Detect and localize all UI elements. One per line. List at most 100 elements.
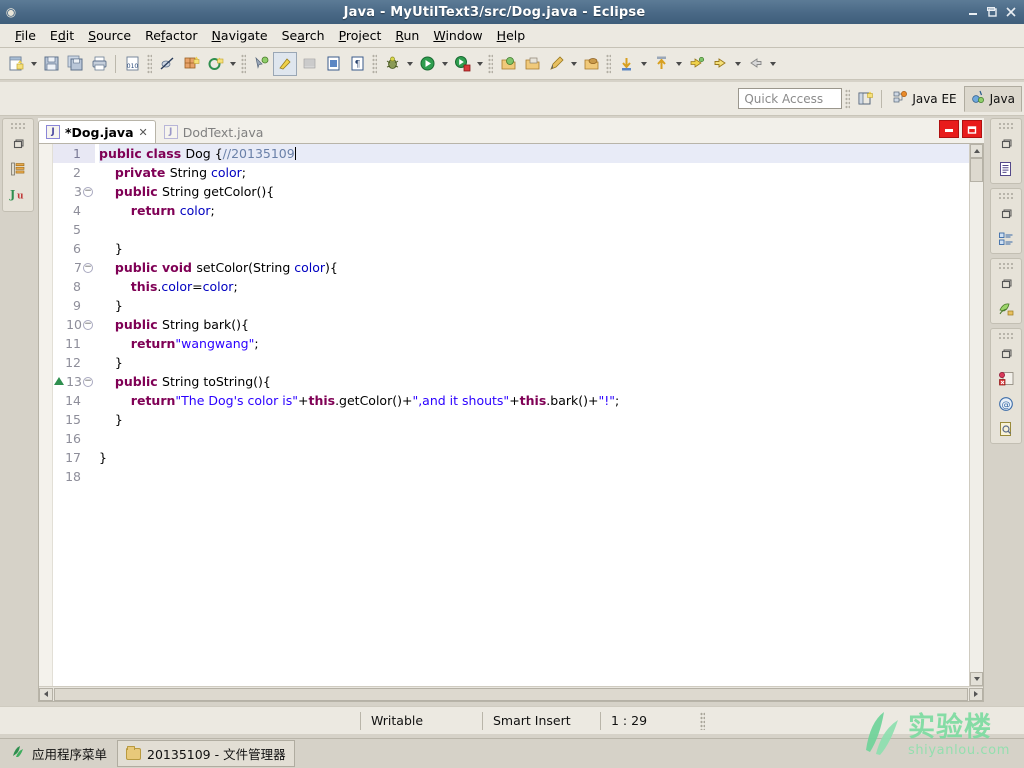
gutter-line-8[interactable]: 8 xyxy=(53,277,95,296)
gutter-line-6[interactable]: 6 xyxy=(53,239,95,258)
code-line-2[interactable]: private String color; xyxy=(99,163,983,182)
code-line-13[interactable]: public String toString(){ xyxy=(99,372,983,391)
previous-annotation-icon[interactable] xyxy=(649,52,673,76)
left-trim-grip[interactable] xyxy=(10,122,26,129)
gutter-line-14[interactable]: 14 xyxy=(53,391,95,410)
restore-icon[interactable] xyxy=(993,131,1019,156)
code-line-14[interactable]: return"The Dog's color is"+this.getColor… xyxy=(99,391,983,410)
open-task-icon[interactable] xyxy=(520,52,544,76)
vertical-scrollbar[interactable] xyxy=(969,144,983,686)
right-trim-grip-2[interactable] xyxy=(998,192,1014,199)
scroll-left-arrow[interactable] xyxy=(39,687,53,701)
maximize-icon[interactable] xyxy=(986,6,998,18)
code-line-3[interactable]: public String getColor(){ xyxy=(99,182,983,201)
new-java-class-icon[interactable] xyxy=(203,52,227,76)
print-icon[interactable] xyxy=(87,52,111,76)
open-perspective-icon[interactable] xyxy=(853,87,877,111)
code-line-1[interactable]: public class Dog {//20135109 xyxy=(99,144,983,163)
code-line-16[interactable] xyxy=(99,429,983,448)
maximize-editor-button[interactable] xyxy=(962,120,982,138)
gutter-line-2[interactable]: 2 xyxy=(53,163,95,182)
code-line-10[interactable]: public String bark(){ xyxy=(99,315,983,334)
code-line-18[interactable] xyxy=(99,467,983,486)
fold-collapse-icon[interactable]: − xyxy=(83,319,93,330)
outline-view-icon[interactable] xyxy=(993,156,1019,181)
restore-icon[interactable] xyxy=(5,131,31,156)
package-explorer-icon[interactable] xyxy=(5,156,31,181)
menu-refactor[interactable]: Refactor xyxy=(138,25,204,46)
menu-project[interactable]: Project xyxy=(332,25,389,46)
close-icon[interactable]: ✕ xyxy=(139,126,148,139)
search-dropdown-arrow[interactable] xyxy=(568,52,579,76)
declaration-view-icon[interactable] xyxy=(993,416,1019,441)
code-line-6[interactable]: } xyxy=(99,239,983,258)
editor-tab-dodtext-java[interactable]: J DodText.java xyxy=(156,120,272,143)
new-class-dropdown-arrow[interactable] xyxy=(227,52,238,76)
restore-icon[interactable] xyxy=(993,341,1019,366)
gutter-line-4[interactable]: 4 xyxy=(53,201,95,220)
new-dropdown-arrow[interactable] xyxy=(28,52,39,76)
application-menu-button[interactable]: 应用程序菜单 xyxy=(6,742,111,765)
line-number-gutter[interactable]: 1 2 3−4 5 6 7−8 9 10−11 12 13−14 15 16 17 18 xyxy=(53,144,95,686)
right-trim-grip-4[interactable] xyxy=(998,332,1014,339)
show-whitespace-icon[interactable] xyxy=(297,52,321,76)
gutter-line-7[interactable]: 7− xyxy=(53,258,95,277)
gutter-line-1[interactable]: 1 xyxy=(53,144,95,163)
code-line-17[interactable]: } xyxy=(99,448,983,467)
scroll-right-arrow[interactable] xyxy=(969,687,983,701)
status-dots-handle[interactable] xyxy=(700,711,705,730)
code-line-11[interactable]: return"wangwang"; xyxy=(99,334,983,353)
run-coverage-icon[interactable] xyxy=(450,52,474,76)
gutter-line-9[interactable]: 9 xyxy=(53,296,95,315)
run-icon[interactable] xyxy=(415,52,439,76)
vertical-scrollbar-thumb[interactable] xyxy=(970,158,983,182)
fold-collapse-icon[interactable]: − xyxy=(83,186,93,197)
new-wizard-icon[interactable] xyxy=(4,52,28,76)
right-trim-grip-1[interactable] xyxy=(998,122,1014,129)
close-icon[interactable] xyxy=(1005,6,1017,18)
code-line-12[interactable]: } xyxy=(99,353,983,372)
perspective-java[interactable]: Java xyxy=(963,85,1022,112)
new-java-package-icon[interactable] xyxy=(179,52,203,76)
menu-window[interactable]: Window xyxy=(426,25,489,46)
toggle-block-selection-icon[interactable] xyxy=(321,52,345,76)
back-dropdown-arrow[interactable] xyxy=(732,52,743,76)
scroll-up-arrow[interactable] xyxy=(970,144,983,158)
show-print-margin-icon[interactable]: ¶ xyxy=(345,52,369,76)
debug-dropdown-arrow[interactable] xyxy=(404,52,415,76)
forward-icon[interactable] xyxy=(743,52,767,76)
horizontal-scrollbar[interactable] xyxy=(39,686,983,701)
menu-navigate[interactable]: Navigate xyxy=(205,25,275,46)
gutter-line-5[interactable]: 5 xyxy=(53,220,95,239)
code-line-15[interactable]: } xyxy=(99,410,983,429)
fold-collapse-icon[interactable]: − xyxy=(83,376,93,387)
forward-dropdown-arrow[interactable] xyxy=(767,52,778,76)
javadoc-view-icon[interactable]: @ xyxy=(993,391,1019,416)
horizontal-scrollbar-thumb[interactable] xyxy=(54,687,968,701)
menu-search[interactable]: Search xyxy=(275,25,332,46)
gutter-line-13[interactable]: 13− xyxy=(53,372,95,391)
menu-help[interactable]: Help xyxy=(490,25,533,46)
restore-icon[interactable] xyxy=(993,201,1019,226)
menu-file[interactable]: FFileile xyxy=(8,25,43,46)
code-line-8[interactable]: this.color=color; xyxy=(99,277,983,296)
perspective-java-ee[interactable]: Java EE xyxy=(886,86,963,112)
annotation-ruler[interactable] xyxy=(39,144,53,686)
save-all-icon[interactable] xyxy=(63,52,87,76)
gutter-line-11[interactable]: 11 xyxy=(53,334,95,353)
gutter-line-10[interactable]: 10− xyxy=(53,315,95,334)
save-icon[interactable] xyxy=(39,52,63,76)
open-declaration-icon[interactable] xyxy=(249,52,273,76)
search-pencil-icon[interactable] xyxy=(544,52,568,76)
right-trim-grip-3[interactable] xyxy=(998,262,1014,269)
gutter-line-16[interactable]: 16 xyxy=(53,429,95,448)
editor-tab-dog-java[interactable]: J *Dog.java ✕ xyxy=(38,120,156,143)
gutter-line-12[interactable]: 12 xyxy=(53,353,95,372)
toggle-mark-occurrences-icon[interactable] xyxy=(273,51,297,76)
servers-view-icon[interactable] xyxy=(993,296,1019,321)
coverage-dropdown-arrow[interactable] xyxy=(474,52,485,76)
previous-annotation-arrow[interactable] xyxy=(673,52,684,76)
menu-run[interactable]: Run xyxy=(388,25,426,46)
task-list-view-icon[interactable] xyxy=(993,226,1019,251)
back-icon[interactable] xyxy=(708,52,732,76)
